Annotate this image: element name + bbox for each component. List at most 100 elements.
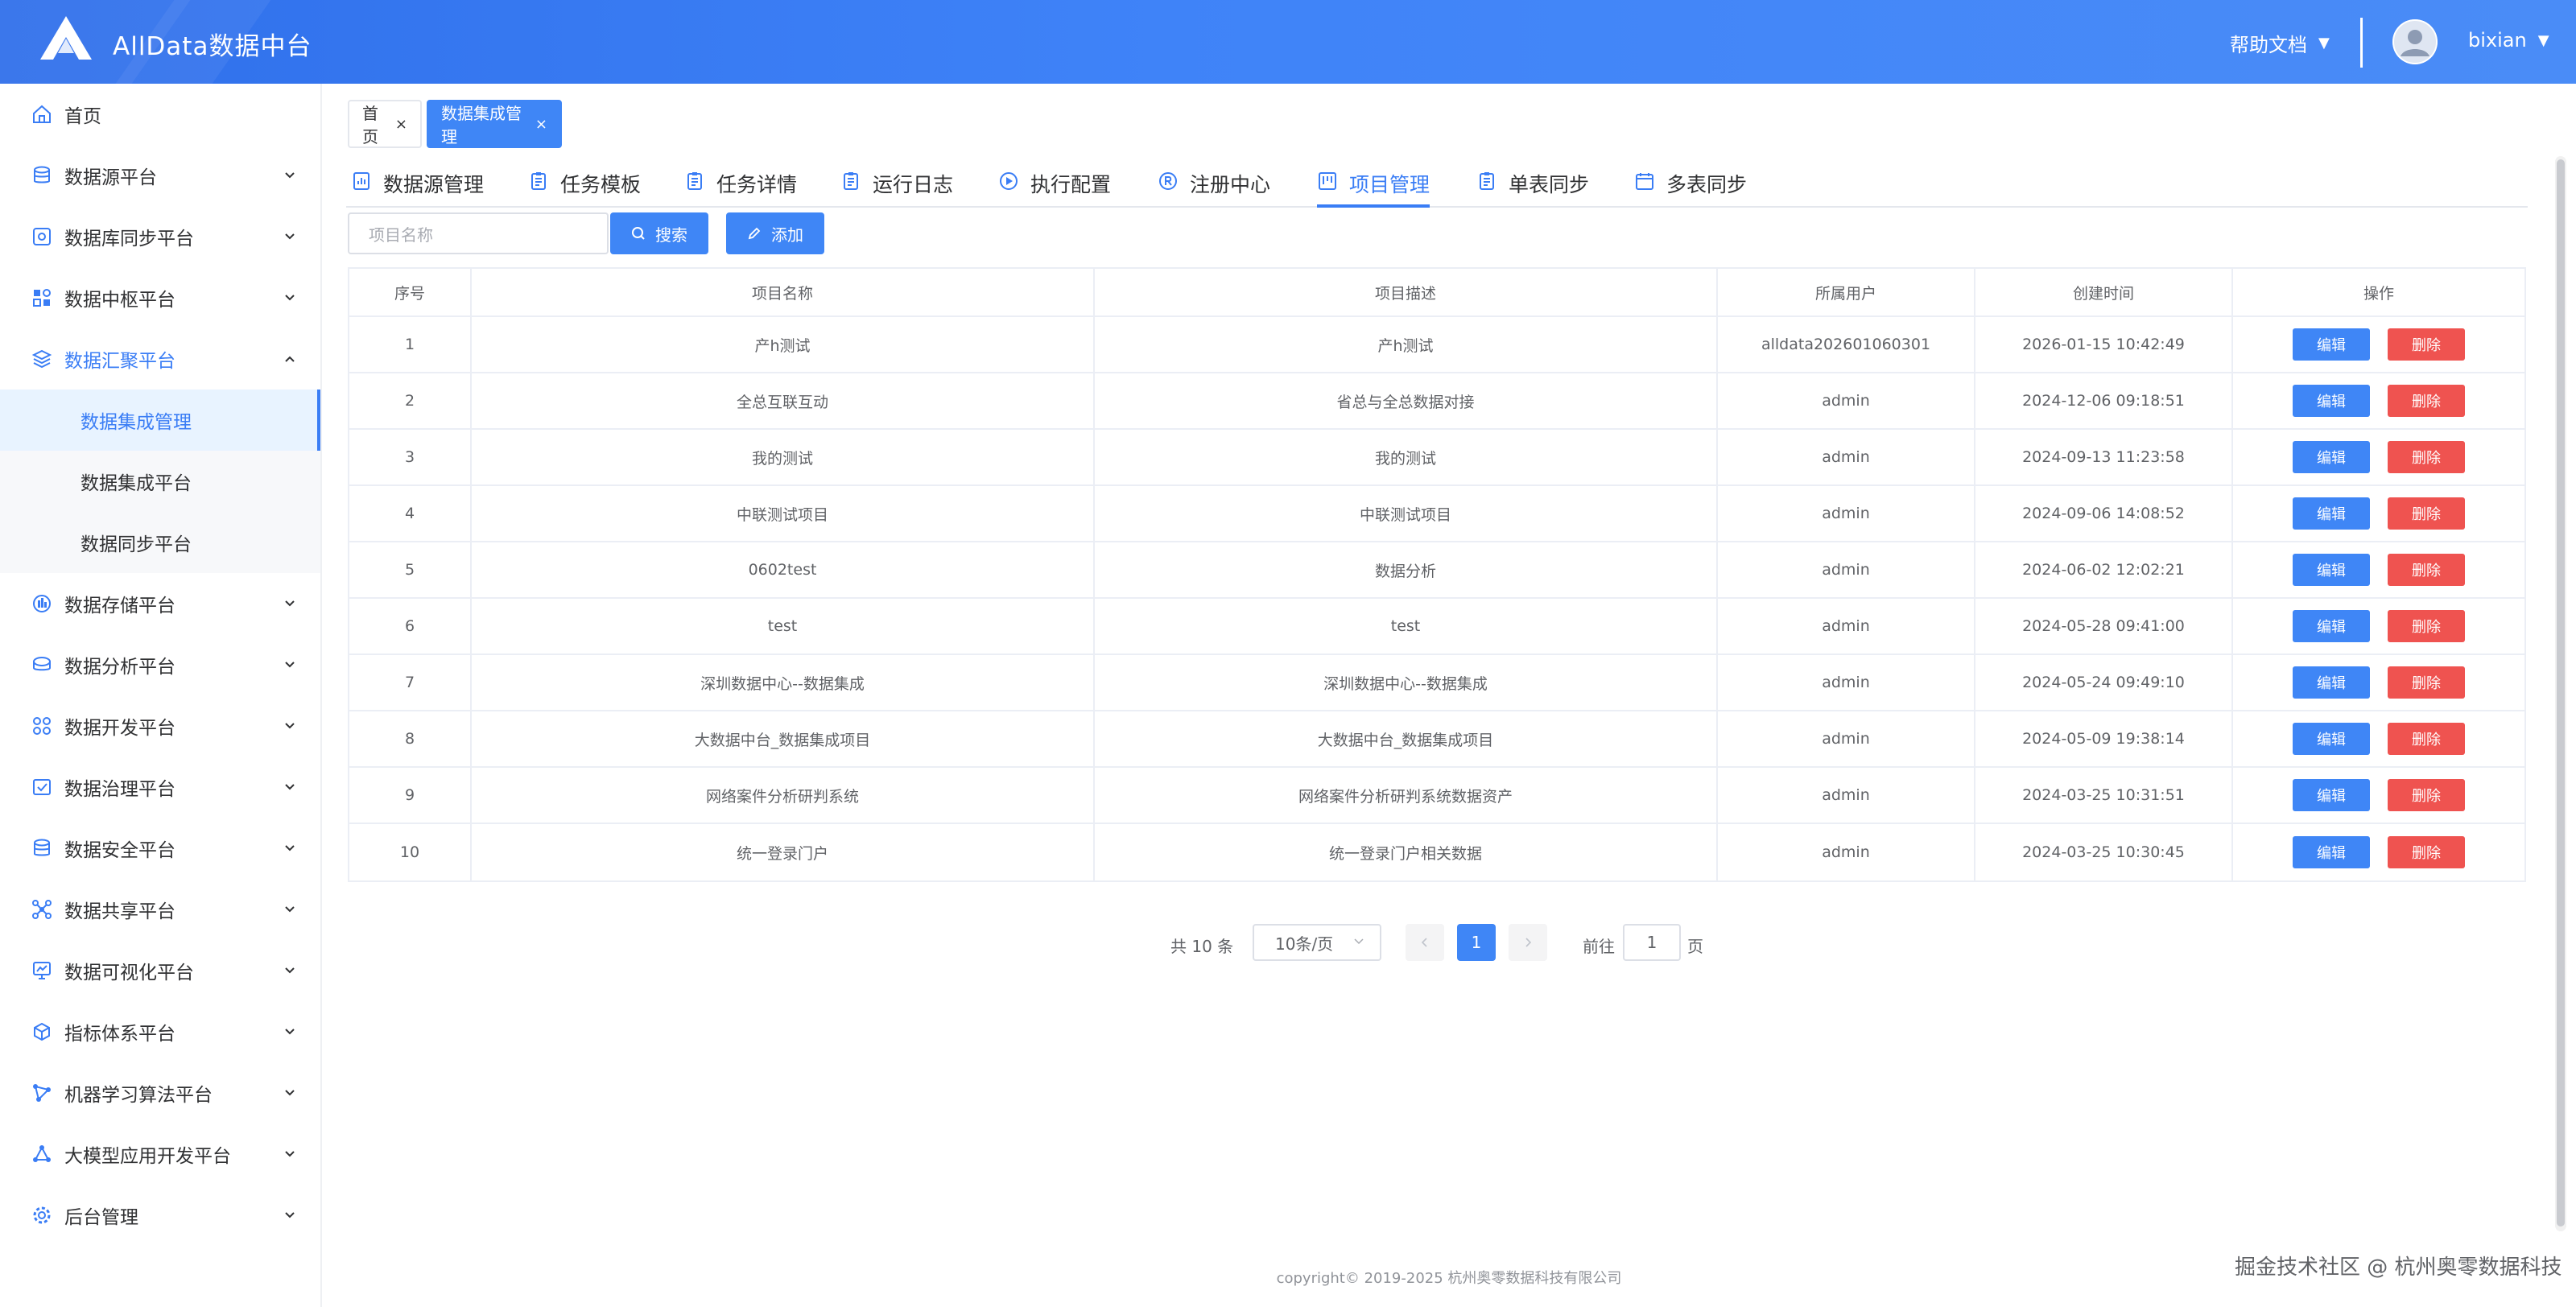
sidebar-item-governance[interactable]: 数据治理平台 bbox=[0, 757, 320, 818]
sidebar-item-sharing[interactable]: 数据共享平台 bbox=[0, 879, 320, 940]
project-name-cell: 全总互联互动 bbox=[472, 373, 1095, 428]
tab-task-template[interactable]: 任务模板 bbox=[528, 163, 641, 208]
search-button[interactable]: 搜索 bbox=[610, 212, 708, 254]
tab-run-logs[interactable]: 运行日志 bbox=[840, 163, 953, 208]
edit-button[interactable]: 编辑 bbox=[2293, 610, 2370, 642]
delete-button[interactable]: 删除 bbox=[2388, 723, 2465, 755]
actions-cell: 编辑 删除 bbox=[2233, 768, 2524, 823]
pagination: 共 10 条 10条/页 1 前往 1 页 bbox=[322, 924, 2576, 963]
sidebar-item-security[interactable]: 数据安全平台 bbox=[0, 818, 320, 879]
tab-registry-center[interactable]: 注册中心 bbox=[1158, 163, 1270, 208]
delete-button[interactable]: 删除 bbox=[2388, 836, 2465, 868]
sidebar-item-storage[interactable]: 数据存储平台 bbox=[0, 573, 320, 634]
chevron-down-icon bbox=[285, 1090, 295, 1096]
avatar[interactable] bbox=[2392, 19, 2438, 64]
sidebar-item-admin[interactable]: 后台管理 bbox=[0, 1185, 320, 1246]
edit-button[interactable]: 编辑 bbox=[2293, 779, 2370, 811]
goto-page-input[interactable]: 1 bbox=[1623, 924, 1681, 961]
sidebar-subitem-sync-platform[interactable]: 数据同步平台 bbox=[0, 512, 320, 573]
user-menu[interactable]: bixian ▼ bbox=[2468, 29, 2549, 52]
sidebar-item-llm-dev[interactable]: 大模型应用开发平台 bbox=[0, 1124, 320, 1185]
sidebar-item-label: 大模型应用开发平台 bbox=[64, 1146, 231, 1167]
edit-button[interactable]: 编辑 bbox=[2293, 497, 2370, 530]
owner-user-cell: admin bbox=[1718, 542, 1975, 597]
owner-user-cell: alldata202601060301 bbox=[1718, 317, 1975, 372]
sidebar-item-label: 数据开发平台 bbox=[64, 718, 175, 739]
sidebar-item-data-convergence[interactable]: 数据汇聚平台 bbox=[0, 328, 320, 390]
created-time-cell: 2026-01-15 10:42:49 bbox=[1975, 317, 2233, 372]
sidebar-item-db-sync[interactable]: 数据库同步平台 bbox=[0, 206, 320, 267]
sidebar-item-label: 数据中枢平台 bbox=[64, 290, 175, 311]
project-description-cell: 大数据中台_数据集成项目 bbox=[1095, 711, 1718, 766]
next-page-button[interactable] bbox=[1509, 924, 1547, 961]
sidebar-item-machine-learning[interactable]: 机器学习算法平台 bbox=[0, 1062, 320, 1124]
chevron-down-icon bbox=[285, 784, 295, 790]
edit-button[interactable]: 编辑 bbox=[2293, 666, 2370, 699]
goto-label: 前往 bbox=[1583, 937, 1615, 956]
sidebar-item-metrics[interactable]: 指标体系平台 bbox=[0, 1001, 320, 1062]
delete-button[interactable]: 删除 bbox=[2388, 328, 2465, 361]
header-divider bbox=[2360, 18, 2363, 68]
page-size-select[interactable]: 10条/页 bbox=[1253, 924, 1381, 961]
delete-button[interactable]: 删除 bbox=[2388, 441, 2465, 473]
sidebar-item-development[interactable]: 数据开发平台 bbox=[0, 695, 320, 757]
page-number-button[interactable]: 1 bbox=[1457, 924, 1496, 961]
owner-user-cell: admin bbox=[1718, 655, 1975, 710]
project-description-cell: 中联测试项目 bbox=[1095, 486, 1718, 541]
add-button[interactable]: 添加 bbox=[726, 212, 824, 254]
edit-button[interactable]: 编辑 bbox=[2293, 836, 2370, 868]
scrollbar-thumb[interactable] bbox=[2557, 159, 2565, 1227]
edit-button[interactable]: 编辑 bbox=[2293, 554, 2370, 586]
actions-cell: 编辑 删除 bbox=[2233, 430, 2524, 484]
sidebar-item-label: 后台管理 bbox=[64, 1207, 138, 1228]
created-time-cell: 2024-09-06 14:08:52 bbox=[1975, 486, 2233, 541]
sidebar-item-label: 指标体系平台 bbox=[64, 1024, 175, 1045]
watermark: 掘金技术社区 @ 杭州奥零数据科技 bbox=[2235, 1255, 2562, 1280]
actions-cell: 编辑 删除 bbox=[2233, 317, 2524, 372]
delete-button[interactable]: 删除 bbox=[2388, 554, 2465, 586]
edit-button[interactable]: 编辑 bbox=[2293, 723, 2370, 755]
owner-user-cell: admin bbox=[1718, 430, 1975, 484]
sidebar-item-visualization[interactable]: 数据可视化平台 bbox=[0, 940, 320, 1001]
clipboard-icon bbox=[1480, 172, 1494, 190]
sidebar-subitem-integration-platform[interactable]: 数据集成平台 bbox=[0, 451, 320, 512]
sidebar-item-data-hub[interactable]: 数据中枢平台 bbox=[0, 267, 320, 328]
help-docs-menu[interactable]: 帮助文档 ▼ bbox=[2230, 29, 2330, 57]
column-header: 序号 bbox=[349, 269, 472, 315]
delete-button[interactable]: 删除 bbox=[2388, 779, 2465, 811]
row-index-cell: 3 bbox=[349, 430, 472, 484]
page-suffix: 页 bbox=[1687, 937, 1703, 956]
owner-user-cell: admin bbox=[1718, 768, 1975, 823]
tab-multi-table-sync[interactable]: 多表同步 bbox=[1634, 163, 1747, 208]
tab-datasource-management[interactable]: 数据源管理 bbox=[351, 163, 484, 208]
page-size-value: 10条/页 bbox=[1275, 934, 1334, 954]
tab-execution-config[interactable]: 执行配置 bbox=[998, 163, 1111, 208]
sidebar-item-analysis[interactable]: 数据分析平台 bbox=[0, 634, 320, 695]
tag-label: 首页 bbox=[362, 104, 378, 146]
tab-single-table-sync[interactable]: 单表同步 bbox=[1476, 163, 1589, 208]
delete-button[interactable]: 删除 bbox=[2388, 497, 2465, 530]
sidebar-item-home[interactable]: 首页 bbox=[0, 84, 320, 145]
chevron-down-icon bbox=[285, 600, 295, 607]
project-name-input[interactable]: 项目名称 bbox=[348, 212, 609, 254]
tag-home[interactable]: 首页 × bbox=[348, 100, 422, 148]
prev-page-button[interactable] bbox=[1406, 924, 1444, 961]
actions-cell: 编辑 删除 bbox=[2233, 711, 2524, 766]
delete-button[interactable]: 删除 bbox=[2388, 610, 2465, 642]
delete-button[interactable]: 删除 bbox=[2388, 385, 2465, 417]
tab-task-details[interactable]: 任务详情 bbox=[684, 163, 797, 208]
close-icon[interactable]: × bbox=[535, 116, 547, 133]
sidebar-item-label: 数据安全平台 bbox=[64, 840, 175, 861]
tab-project-management[interactable]: 项目管理 bbox=[1317, 163, 1430, 208]
edit-button[interactable]: 编辑 bbox=[2293, 441, 2370, 473]
close-icon[interactable]: × bbox=[395, 116, 407, 133]
edit-button[interactable]: 编辑 bbox=[2293, 385, 2370, 417]
edit-button[interactable]: 编辑 bbox=[2293, 328, 2370, 361]
tab-label: 数据源管理 bbox=[383, 173, 485, 196]
sidebar-item-datasource[interactable]: 数据源平台 bbox=[0, 145, 320, 206]
delete-button[interactable]: 删除 bbox=[2388, 666, 2465, 699]
table-row: 5 0602test 数据分析 admin 2024-06-02 12:02:21 编辑删… bbox=[349, 542, 2524, 599]
project-name-cell: 大数据中台_数据集成项目 bbox=[472, 711, 1095, 766]
tag-current[interactable]: 数据集成管理 × bbox=[427, 100, 562, 148]
sidebar-subitem-integration-management[interactable]: 数据集成管理 bbox=[0, 390, 320, 451]
